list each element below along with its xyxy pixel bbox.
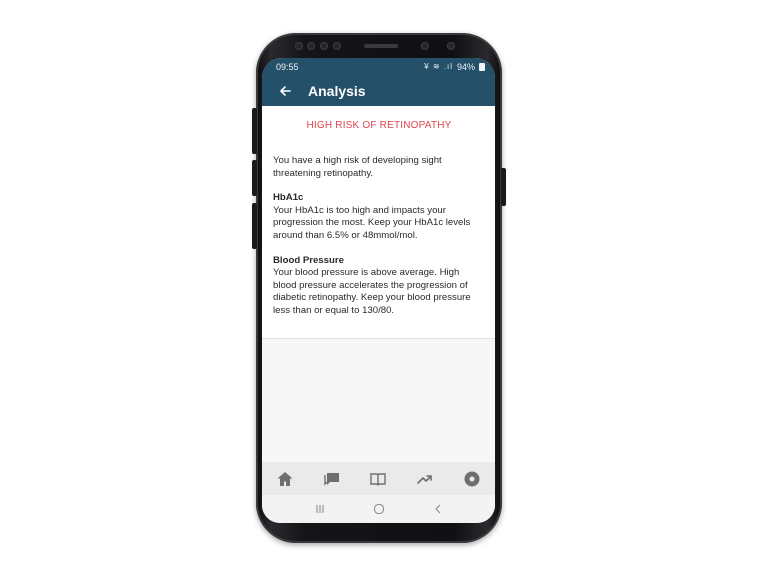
volume-up-key [252,108,257,154]
analysis-content: HIGH RISK OF RETINOPATHY You have a high… [262,106,495,339]
tab-home[interactable] [273,467,297,491]
section-hba1c: HbA1c Your HbA1c is too high and impacts… [273,192,485,242]
page-title: Analysis [308,82,366,99]
sensor-dot [447,42,455,50]
section-body: Your blood pressure is above average. Hi… [273,267,471,316]
record-icon [464,471,480,486]
section-blood-pressure: Blood Pressure Your blood pressure is ab… [273,255,485,318]
sensor-dot [295,42,303,50]
phone-screen: 09:55 ¥ ≋ .ıl 94% Analysis HIGH RISK OF … [262,58,495,523]
section-body: Your HbA1c is too high and impacts your … [273,204,471,241]
bottom-tab-bar [262,462,495,495]
power-key [501,168,506,206]
tab-chat[interactable] [320,467,344,491]
earpiece-speaker [364,44,398,48]
battery-icon [479,62,485,71]
tab-trends[interactable] [413,467,437,491]
status-time: 09:55 [276,61,299,72]
signal-icons: ¥ ≋ .ıl [424,62,453,71]
risk-summary: You have a high risk of developing sight… [273,155,442,179]
tab-book[interactable] [366,467,390,491]
home-nav-button[interactable] [369,499,389,519]
sensor-dot [307,42,315,50]
front-camera [421,42,429,50]
home-circle-icon [373,503,384,515]
section-heading: Blood Pressure [273,254,344,266]
recent-apps-icon [315,505,324,513]
section-heading: HbA1c [273,192,304,204]
back-nav-button[interactable] [428,499,448,519]
tab-record[interactable] [460,467,484,491]
battery-percent: 94% [456,61,475,72]
volume-down-key [252,160,257,196]
risk-title: HIGH RISK OF RETINOPATHY [306,120,452,131]
status-indicators: ¥ ≋ .ıl 94% [424,62,485,72]
sensor-dot [333,42,341,50]
system-nav-bar [262,495,495,523]
bixby-key [252,203,257,249]
home-icon [277,471,293,486]
recent-apps-button[interactable] [310,499,330,519]
app-bar: Analysis [262,75,495,106]
trending-up-icon [417,474,432,484]
sensor-dot [320,42,328,50]
chat-icon [324,472,339,486]
arrow-left-icon[interactable] [276,82,294,100]
status-bar: 09:55 ¥ ≋ .ıl 94% [262,58,495,75]
back-chevron-icon [434,504,440,514]
book-icon [370,472,387,486]
